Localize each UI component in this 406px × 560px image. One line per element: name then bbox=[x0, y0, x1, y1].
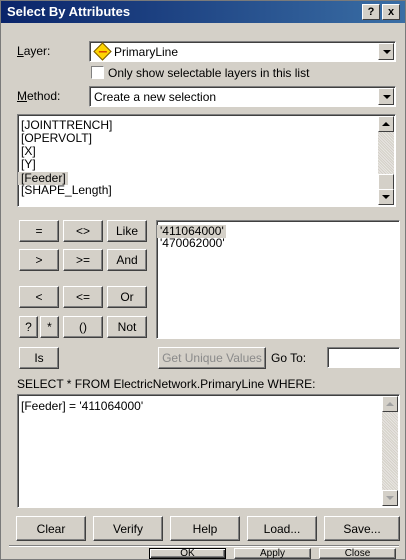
op-less-equal-button[interactable]: <= bbox=[63, 286, 103, 308]
op-star-button[interactable]: * bbox=[40, 316, 59, 338]
chevron-down-icon[interactable] bbox=[378, 43, 394, 60]
field-item[interactable]: [OPERVOLT] bbox=[18, 132, 395, 145]
op-not-button[interactable]: Not bbox=[107, 316, 147, 338]
field-item[interactable]: [X] bbox=[18, 145, 395, 158]
op-parentheses-button[interactable]: () bbox=[63, 316, 103, 338]
dialog-title: Select By Attributes bbox=[7, 4, 131, 19]
get-unique-values-button[interactable]: Get Unique Values bbox=[158, 347, 266, 369]
scroll-down-icon[interactable] bbox=[378, 189, 394, 205]
method-label-rest: ethod: bbox=[27, 89, 61, 103]
layer-label: Layer: bbox=[17, 44, 50, 58]
op-greater-button[interactable]: > bbox=[19, 249, 59, 271]
layer-value: PrimaryLine bbox=[114, 45, 179, 59]
value-item[interactable]: '470062000' bbox=[157, 237, 399, 250]
goto-input[interactable] bbox=[327, 347, 400, 368]
scroll-up-icon[interactable] bbox=[382, 396, 398, 412]
divider bbox=[9, 545, 399, 547]
only-selectable-label: Only show selectable layers in this list bbox=[108, 66, 310, 80]
load-button[interactable]: Load... bbox=[247, 516, 317, 541]
layer-diamond-icon bbox=[93, 42, 112, 61]
apply-button[interactable]: Apply bbox=[234, 548, 311, 559]
goto-label: Go To: bbox=[271, 351, 307, 365]
op-not-equal-button[interactable]: <> bbox=[63, 220, 103, 242]
field-item[interactable]: [SHAPE_Length] bbox=[18, 184, 395, 197]
select-by-attributes-dialog: Select By Attributes ? x Layer: PrimaryL… bbox=[0, 0, 406, 560]
scroll-down-icon[interactable] bbox=[382, 490, 398, 506]
method-label-mnemonic: M bbox=[17, 89, 27, 103]
fields-scrollbar[interactable] bbox=[378, 116, 394, 205]
method-dropdown[interactable]: Create a new selection bbox=[89, 86, 396, 107]
verify-button[interactable]: Verify bbox=[93, 516, 163, 541]
query-text: [Feeder] = '411064000' bbox=[21, 399, 144, 413]
title-bar[interactable]: Select By Attributes bbox=[1, 1, 405, 23]
chevron-down-icon[interactable] bbox=[378, 88, 394, 105]
op-like-button[interactable]: Like bbox=[107, 220, 147, 242]
op-greater-equal-button[interactable]: >= bbox=[63, 249, 103, 271]
query-header: SELECT * FROM ElectricNetwork.PrimaryLin… bbox=[17, 377, 316, 391]
op-question-button[interactable]: ? bbox=[19, 316, 38, 338]
ok-button[interactable]: OK bbox=[149, 548, 226, 559]
query-scrollbar[interactable] bbox=[382, 396, 398, 506]
op-is-button[interactable]: Is bbox=[19, 347, 59, 369]
close-title-button[interactable]: x bbox=[382, 4, 400, 20]
query-expression-input[interactable]: [Feeder] = '411064000' bbox=[17, 394, 400, 508]
scroll-up-icon[interactable] bbox=[378, 116, 394, 132]
unique-values-list[interactable]: '411064000' '470062000' bbox=[156, 220, 400, 339]
op-like-label: Like bbox=[115, 224, 138, 238]
help-button[interactable]: Help bbox=[170, 516, 240, 541]
scroll-thumb[interactable] bbox=[378, 174, 394, 190]
op-or-button[interactable]: Or bbox=[107, 286, 147, 308]
op-less-button[interactable]: < bbox=[19, 286, 59, 308]
op-equal-button[interactable]: = bbox=[19, 220, 59, 242]
layer-label-mnemonic: L bbox=[17, 44, 24, 58]
method-value: Create a new selection bbox=[94, 90, 217, 104]
layer-dropdown[interactable]: PrimaryLine bbox=[89, 41, 396, 62]
fields-list[interactable]: [JOINTTRENCH] [OPERVOLT] [X] [Y] [Feeder… bbox=[17, 114, 396, 207]
only-selectable-checkbox[interactable] bbox=[91, 66, 104, 79]
field-item[interactable]: [Y] bbox=[18, 158, 395, 171]
clear-button[interactable]: Clear bbox=[16, 516, 86, 541]
close-button[interactable]: Close bbox=[319, 548, 396, 559]
op-and-button[interactable]: And bbox=[107, 249, 147, 271]
save-button[interactable]: Save... bbox=[324, 516, 400, 541]
help-title-button[interactable]: ? bbox=[362, 4, 380, 20]
method-label: Method: bbox=[17, 89, 60, 103]
layer-label-rest: ayer: bbox=[23, 44, 51, 58]
